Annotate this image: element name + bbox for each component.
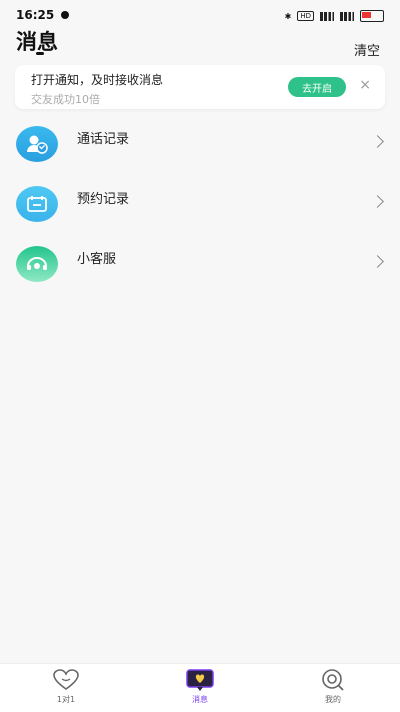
- status-bar: 16:25 ✱ HD: [0, 0, 400, 28]
- hd-icon: HD: [297, 11, 314, 21]
- bottom-nav: 1对1 消息 我的: [0, 663, 400, 712]
- enable-notification-button[interactable]: 去开启: [288, 77, 346, 97]
- signal-icon: [320, 11, 334, 21]
- list-item-label: 通话记录: [77, 132, 130, 147]
- bluetooth-icon: ✱: [284, 11, 292, 21]
- list-item-call-records[interactable]: 通话记录: [0, 115, 400, 175]
- phone-record-icon: [16, 126, 58, 162]
- status-icons: ✱ HD: [285, 10, 384, 22]
- heart-icon: [51, 668, 81, 692]
- tab-label: 消息: [192, 695, 208, 704]
- title-indicator: [36, 52, 44, 55]
- message-list: 通话记录 预约记录 小客服: [0, 115, 400, 295]
- tab-one-on-one[interactable]: 1对1: [36, 668, 96, 710]
- tab-label: 1对1: [56, 695, 76, 704]
- clear-button[interactable]: 清空: [354, 40, 380, 59]
- customer-service-icon: [16, 246, 58, 282]
- chevron-right-icon: [371, 195, 384, 208]
- signal-icon: [340, 11, 354, 21]
- list-item-label: 预约记录: [77, 192, 130, 207]
- notification-banner: 打开通知，及时接收消息 交友成功10倍 去开启 ×: [15, 65, 385, 109]
- notification-title: 打开通知，及时接收消息: [31, 73, 164, 87]
- close-icon[interactable]: ×: [359, 77, 371, 93]
- tab-profile[interactable]: 我的: [303, 668, 363, 710]
- notification-subtitle: 交友成功10倍: [31, 93, 100, 106]
- chevron-right-icon: [371, 135, 384, 148]
- battery-icon: [360, 10, 384, 22]
- profile-icon: [318, 668, 348, 692]
- tab-label: 我的: [325, 695, 341, 704]
- calendar-icon: [16, 186, 58, 222]
- notification-dot-icon: [61, 11, 69, 19]
- status-time: 16:25: [16, 8, 55, 22]
- tab-messages[interactable]: 消息: [170, 668, 230, 710]
- chevron-right-icon: [371, 255, 384, 268]
- list-item-customer-service[interactable]: 小客服: [0, 235, 400, 295]
- list-item-appointment-records[interactable]: 预约记录: [0, 175, 400, 235]
- list-item-label: 小客服: [77, 252, 117, 267]
- message-icon: [185, 668, 215, 692]
